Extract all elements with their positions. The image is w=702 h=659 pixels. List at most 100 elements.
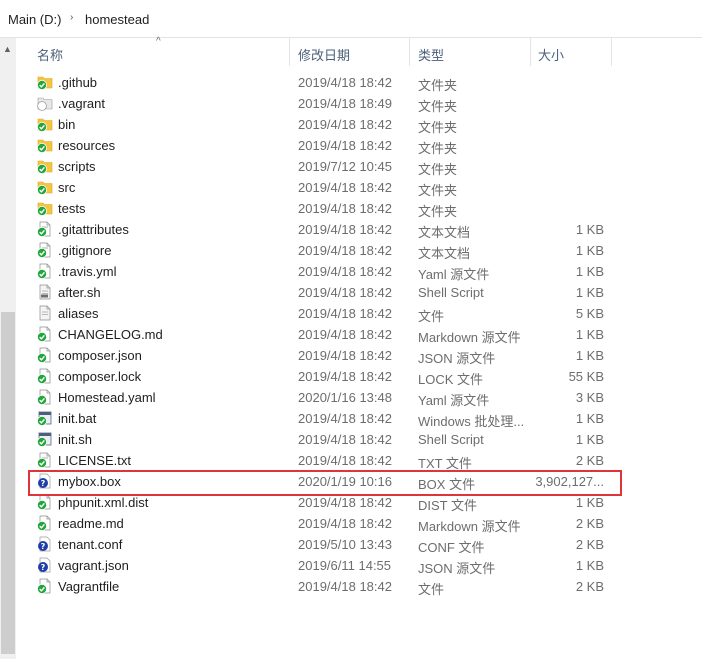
file-row[interactable]: .gitattributes 2019/4/18 18:42 文本文档 1 KB <box>30 219 702 240</box>
file-name: resources <box>58 138 116 153</box>
file-name: vagrant.json <box>58 558 129 573</box>
script-file-icon <box>37 284 53 300</box>
file-name: .travis.yml <box>58 264 117 279</box>
file-row[interactable]: after.sh 2019/4/18 18:42 Shell Script 1 KB <box>30 282 702 303</box>
column-type[interactable]: 类型 <box>418 45 444 64</box>
file-name: .github <box>58 75 98 90</box>
chevron-right-icon[interactable]: › <box>70 12 73 23</box>
file-name: Homestead.yaml <box>58 390 156 405</box>
column-divider[interactable] <box>530 38 531 66</box>
file-icon <box>37 389 53 405</box>
file-name: src <box>58 180 76 195</box>
folder-icon <box>37 179 53 195</box>
file-row[interactable]: readme.md 2019/4/18 18:42 Markdown 源文件 2 KB <box>30 513 702 534</box>
file-modified: 2019/4/18 18:42 <box>298 453 392 468</box>
file-name: scripts <box>58 159 96 174</box>
file-name: .gitattributes <box>58 222 129 237</box>
text-file-icon <box>37 242 53 258</box>
file-row[interactable]: Homestead.yaml 2020/1/16 13:48 Yaml 源文件 3 K… <box>30 387 702 408</box>
folder-icon <box>37 116 53 132</box>
file-row[interactable]: .gitignore 2019/4/18 18:42 文本文档 1 KB <box>30 240 702 261</box>
svg-text:?: ? <box>41 563 46 572</box>
file-modified: 2019/4/18 18:42 <box>298 369 392 384</box>
file-type: Windows 批处理... <box>418 414 525 429</box>
file-name: init.sh <box>58 432 92 447</box>
file-name: LICENSE.txt <box>58 453 131 468</box>
batch-file-icon <box>37 410 53 426</box>
file-size: 1 KB <box>575 558 604 573</box>
file-modified: 2019/4/18 18:42 <box>298 516 392 531</box>
file-size: 2 KB <box>575 516 604 531</box>
file-size: 1 KB <box>575 495 604 510</box>
column-divider[interactable] <box>409 38 410 66</box>
file-size: 1 KB <box>575 432 604 447</box>
file-modified: 2019/5/10 13:43 <box>298 537 392 552</box>
folder-icon <box>37 158 53 174</box>
file-row[interactable]: composer.lock 2019/4/18 18:42 LOCK 文件 55 KB <box>30 366 702 387</box>
file-row[interactable]: .travis.yml 2019/4/18 18:42 Yaml 源文件 1 KB <box>30 261 702 282</box>
file-size: 5 KB <box>575 306 604 321</box>
column-modified[interactable]: 修改日期 <box>298 45 350 64</box>
file-type: Markdown 源文件 <box>418 519 521 534</box>
folder-icon <box>37 137 53 153</box>
file-row[interactable]: init.bat 2019/4/18 18:42 Windows 批处理... 1 K… <box>30 408 702 429</box>
breadcrumb-folder[interactable]: homestead <box>85 12 149 27</box>
file-type: 文件夹 <box>418 78 458 93</box>
file-icon <box>37 368 53 384</box>
file-size: 2 KB <box>575 579 604 594</box>
file-size: 3 KB <box>575 390 604 405</box>
file-name: readme.md <box>58 516 124 531</box>
vertical-scrollbar[interactable]: ▲ <box>0 38 16 659</box>
file-modified: 2019/4/18 18:42 <box>298 243 392 258</box>
file-name: composer.json <box>58 348 142 363</box>
folder-gray-icon <box>37 95 53 111</box>
folder-icon <box>37 74 53 90</box>
breadcrumb-drive[interactable]: Main (D:) <box>8 12 61 27</box>
file-row[interactable]: tests 2019/4/18 18:42 文件夹 <box>30 198 702 219</box>
file-row[interactable]: src 2019/4/18 18:42 文件夹 <box>30 177 702 198</box>
file-type: 文件 <box>418 309 445 324</box>
file-type: 文件夹 <box>418 99 458 114</box>
file-type: JSON 源文件 <box>418 351 496 366</box>
file-row[interactable]: LICENSE.txt 2019/4/18 18:42 TXT 文件 2 KB <box>30 450 702 471</box>
file-modified: 2019/4/18 18:42 <box>298 579 392 594</box>
file-type: 文件夹 <box>418 120 458 135</box>
file-gray-icon <box>37 305 53 321</box>
file-size: 2 KB <box>575 537 604 552</box>
file-row[interactable]: init.sh 2019/4/18 18:42 Shell Script 1 KB <box>30 429 702 450</box>
file-type: 文件夹 <box>418 183 458 198</box>
column-divider[interactable] <box>611 38 612 66</box>
column-name[interactable]: 名称 <box>37 45 63 64</box>
file-type: 文本文档 <box>418 225 471 240</box>
file-name: .vagrant <box>58 96 105 111</box>
file-size: 1 KB <box>575 285 604 300</box>
file-row[interactable]: .vagrant 2019/4/18 18:49 文件夹 <box>30 93 702 114</box>
address-bar[interactable]: Main (D:) › homestead <box>0 0 702 38</box>
file-modified: 2019/4/18 18:42 <box>298 180 392 195</box>
column-size[interactable]: 大小 <box>538 45 564 64</box>
file-size: 1 KB <box>575 411 604 426</box>
file-size: 1 KB <box>575 264 604 279</box>
column-divider[interactable] <box>289 38 290 66</box>
file-name: aliases <box>58 306 99 321</box>
file-modified: 2019/4/18 18:42 <box>298 201 392 216</box>
file-row[interactable]: composer.json 2019/4/18 18:42 JSON 源文件 1 KB <box>30 345 702 366</box>
file-row[interactable]: resources 2019/4/18 18:42 文件夹 <box>30 135 702 156</box>
file-row[interactable]: .github 2019/4/18 18:42 文件夹 <box>30 72 702 93</box>
yaml-file-icon <box>37 263 53 279</box>
file-row[interactable]: CHANGELOG.md 2019/4/18 18:42 Markdown 源文件 1… <box>30 324 702 345</box>
scrollbar-thumb[interactable] <box>1 312 15 654</box>
file-row[interactable]: aliases 2019/4/18 18:42 文件 5 KB <box>30 303 702 324</box>
file-row[interactable]: ? vagrant.json 2019/6/11 14:55 JSON 源文件 1 KB <box>30 555 702 576</box>
file-row[interactable]: scripts 2019/7/12 10:45 文件夹 <box>30 156 702 177</box>
file-type: Markdown 源文件 <box>418 330 521 345</box>
file-modified: 2019/4/18 18:42 <box>298 411 392 426</box>
scroll-up-icon[interactable]: ▲ <box>3 44 12 54</box>
file-row[interactable]: ? tenant.conf 2019/5/10 13:43 CONF 文件 2 KB <box>30 534 702 555</box>
text-file-icon <box>37 221 53 237</box>
file-row[interactable]: bin 2019/4/18 18:42 文件夹 <box>30 114 702 135</box>
file-row[interactable]: Vagrantfile 2019/4/18 18:42 文件 2 KB <box>30 576 702 597</box>
sort-ascending-icon: ^ <box>156 36 161 47</box>
file-type: JSON 源文件 <box>418 561 496 576</box>
file-modified: 2019/4/18 18:42 <box>298 306 392 321</box>
